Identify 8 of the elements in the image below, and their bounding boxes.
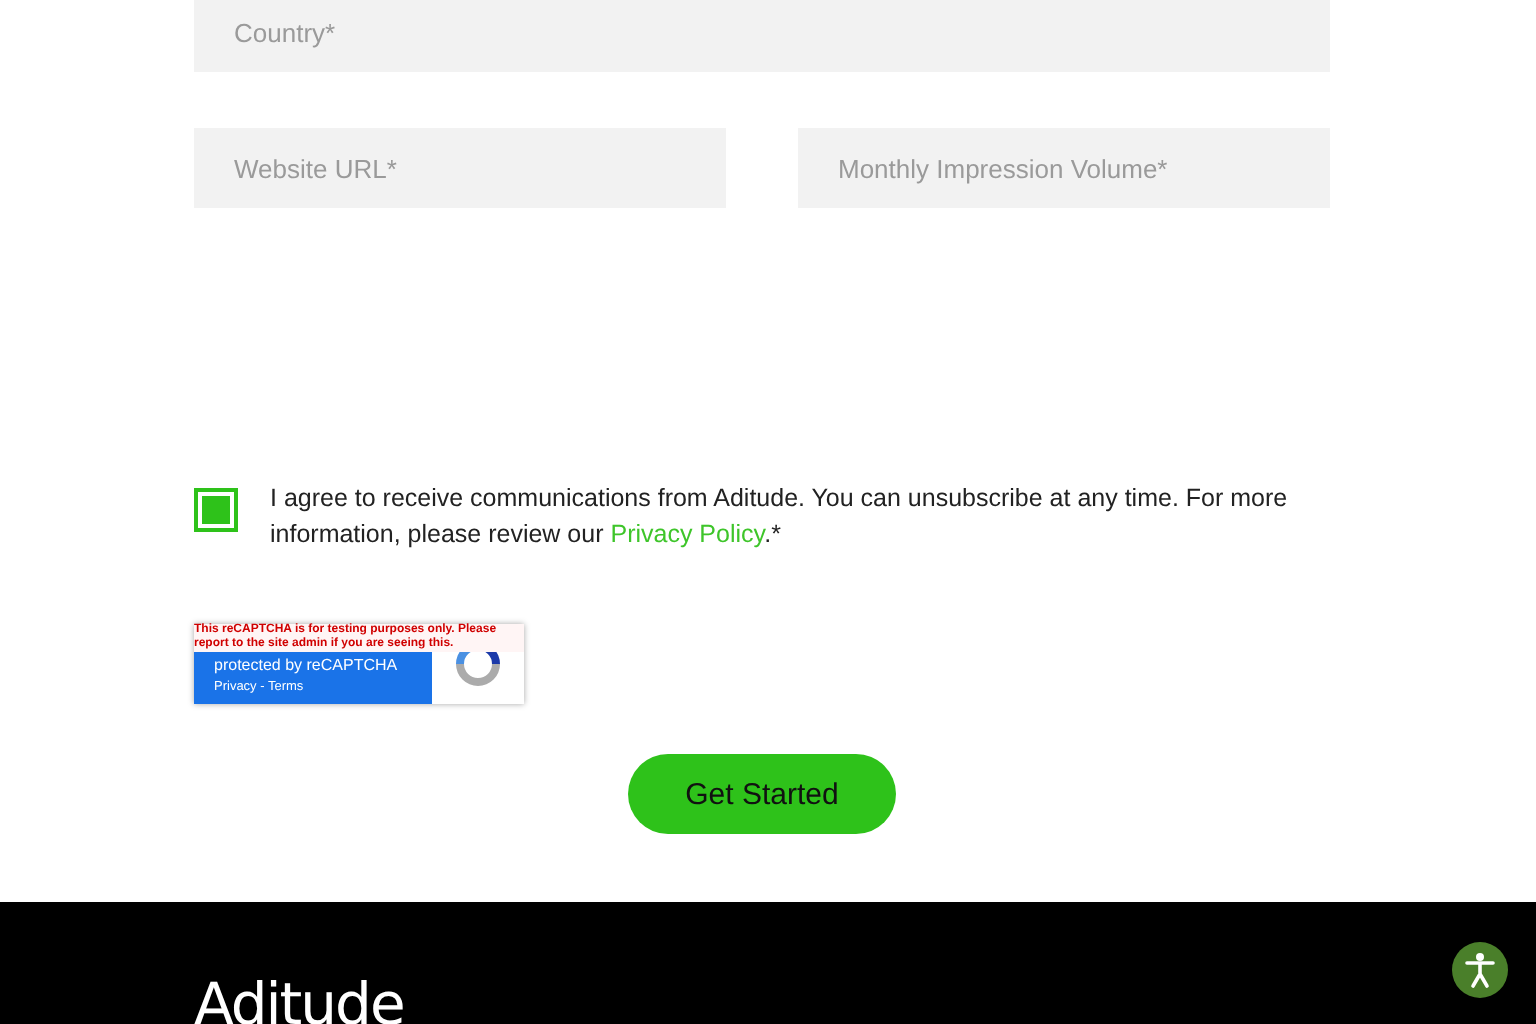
checkbox[interactable] [194, 488, 238, 532]
accessibility-icon[interactable] [1452, 942, 1508, 998]
recaptcha-label: protected by reCAPTCHA [214, 656, 400, 674]
input-field[interactable]: Monthly Impression Volume* [798, 128, 1330, 208]
input-field[interactable]: Website URL* [194, 128, 726, 208]
get-started-button[interactable]: Get Started [628, 754, 896, 834]
consent-text: I agree to receive communications from Aditude. You can unsubscribe at any time. For more information, please review our Privacy Policy.* [270, 482, 1290, 552]
input-field[interactable]: Country* [194, 0, 1330, 72]
